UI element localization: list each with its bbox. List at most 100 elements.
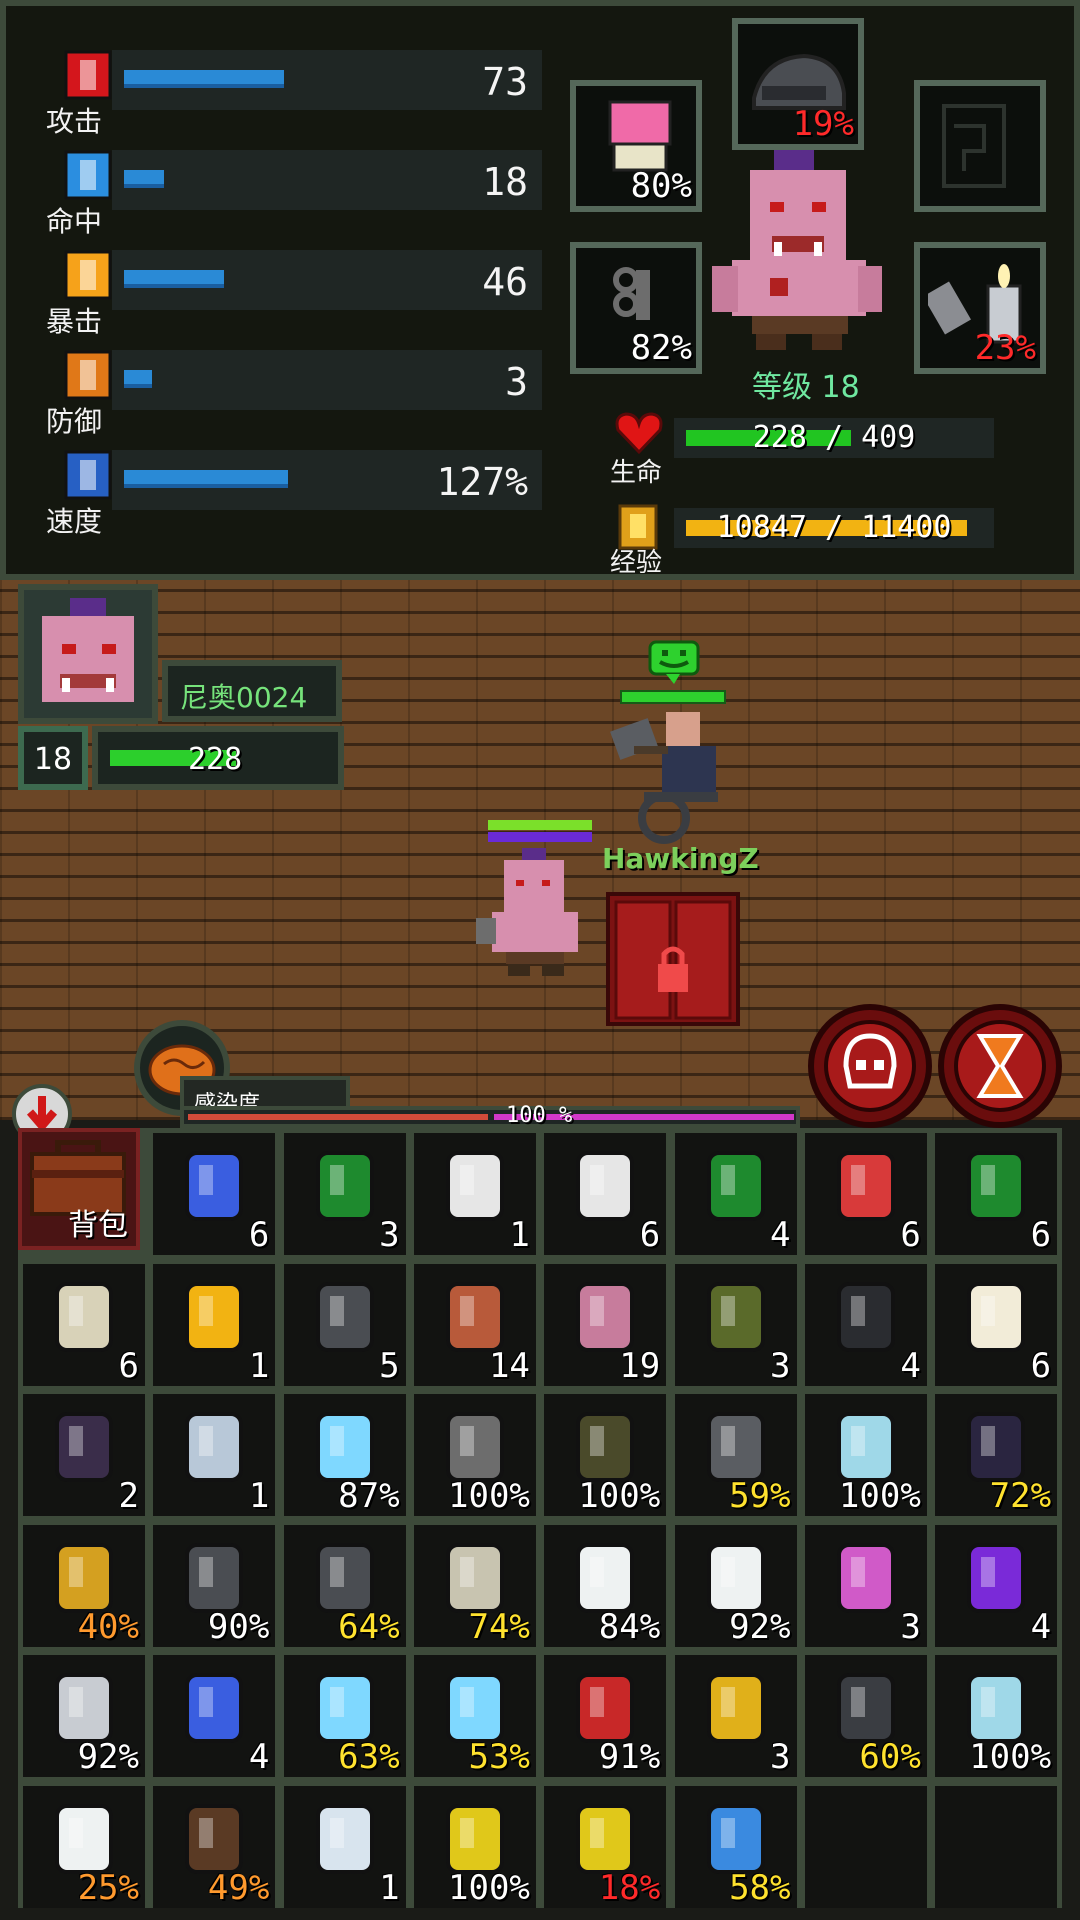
item-count: 90% [207, 1606, 270, 1647]
equip-slot-armor[interactable]: 80% [570, 80, 702, 212]
crit-icon [64, 250, 112, 300]
equip-slot-helmet[interactable]: 19% [732, 18, 864, 150]
item-count: 92% [729, 1606, 791, 1647]
inventory-slot[interactable]: 64% [283, 1524, 406, 1647]
item-count: 6 [1030, 1215, 1052, 1255]
helmet-durability: 19% [792, 104, 854, 144]
inventory-slot[interactable]: 74% [413, 1524, 536, 1647]
speed-icon [64, 450, 112, 500]
inventory-slot[interactable]: 49% [153, 1785, 276, 1908]
syringe-icon [185, 1151, 244, 1221]
grenade-icon [706, 1281, 765, 1352]
item-count: 3 [770, 1737, 791, 1777]
stat-name: 命中 [46, 205, 103, 238]
inventory-slot[interactable]: 59% [674, 1394, 797, 1516]
item-count: 25% [77, 1867, 139, 1908]
offhand-durability: 23% [974, 328, 1036, 368]
item-count: 6 [1030, 1345, 1052, 1386]
inventory-slot[interactable]: 14 [413, 1263, 536, 1386]
armor-durability: 80% [630, 166, 692, 206]
item-count: 53% [468, 1737, 530, 1777]
item-count: 100% [838, 1476, 921, 1516]
item-count: 1 [248, 1476, 270, 1516]
stat-row-accuracy: 18 命中 [36, 144, 546, 240]
npc-sprite[interactable] [604, 706, 734, 846]
inventory-slot[interactable]: 90% [153, 1524, 276, 1647]
inventory-slot-empty[interactable] [804, 1785, 927, 1908]
item-count: 72% [989, 1476, 1052, 1516]
inventory-slot[interactable]: 87% [283, 1394, 406, 1516]
wait-turn-button[interactable] [938, 1004, 1062, 1128]
inventory-slot[interactable]: 6 [804, 1133, 927, 1255]
green-bottle-blue-label-icon [967, 1151, 1026, 1221]
inventory-slot[interactable]: 6 [23, 1263, 145, 1386]
inventory-slot[interactable]: 4 [674, 1133, 797, 1255]
attack-mode-button[interactable] [808, 1004, 932, 1128]
equip-slot-offhand[interactable]: 23% [914, 242, 1046, 374]
stat-bar-fill [124, 70, 284, 88]
backpack-button[interactable]: 背包 [18, 1128, 140, 1250]
inventory-slot[interactable]: 6 [153, 1133, 276, 1255]
inventory-slot[interactable]: 2 [23, 1394, 145, 1516]
item-count: 1 [248, 1345, 270, 1386]
inventory-slot[interactable]: 100% [935, 1655, 1058, 1777]
inventory-slot[interactable]: 3 [674, 1655, 797, 1777]
infection-bar-red [188, 1114, 488, 1120]
inventory-slot[interactable]: 3 [674, 1263, 797, 1386]
player-world-hp-bar [488, 820, 592, 830]
inventory-slot[interactable]: 4 [153, 1655, 276, 1777]
inventory-slot[interactable]: 6 [935, 1133, 1058, 1255]
inventory-slot[interactable]: 1 [153, 1394, 276, 1516]
npc-name: HawkingZ [602, 842, 759, 875]
stat-value: 46 [482, 260, 528, 304]
inventory-slot[interactable]: 3 [804, 1524, 927, 1647]
inventory-slot[interactable]: 91% [544, 1655, 667, 1777]
character-level: 等级 18 [752, 370, 860, 405]
inventory-slot[interactable]: 63% [283, 1655, 406, 1777]
npc-hp-bar [620, 690, 726, 704]
inventory-slot[interactable]: 25% [23, 1785, 145, 1908]
inventory-slot[interactable]: 4 [804, 1263, 927, 1386]
medicine-bottle-icon [315, 1803, 374, 1874]
inventory-slot[interactable]: 5 [283, 1263, 406, 1386]
item-count: 1 [509, 1215, 530, 1255]
inventory-slot[interactable]: 3 [283, 1133, 406, 1255]
inventory-slot[interactable]: 40% [23, 1524, 145, 1647]
inventory-slot[interactable]: 84% [544, 1524, 667, 1647]
character-sprite [712, 150, 882, 350]
inventory-slot[interactable]: 92% [23, 1655, 145, 1777]
inventory-slot[interactable]: 100% [413, 1785, 536, 1908]
item-count: 74% [468, 1606, 530, 1647]
circuit-placeholder-icon [942, 104, 1006, 188]
rock-icon [315, 1281, 374, 1352]
inventory-slot[interactable]: 4 [935, 1524, 1058, 1647]
inventory-slot-empty[interactable] [935, 1785, 1058, 1908]
inventory-slot[interactable]: 1 [153, 1263, 276, 1386]
inventory-slot[interactable]: 100% [413, 1394, 536, 1516]
inventory-slot[interactable]: 6 [935, 1263, 1058, 1386]
stat-bar: 18 [112, 150, 542, 210]
inventory-slot[interactable]: 19 [544, 1263, 667, 1386]
inventory-slot[interactable]: 72% [935, 1394, 1058, 1516]
inventory-slot[interactable]: 92% [674, 1524, 797, 1647]
equip-slot-accessory[interactable] [914, 80, 1046, 212]
inventory-slot[interactable]: 1 [283, 1785, 406, 1908]
inventory-slot[interactable]: 53% [413, 1655, 536, 1777]
green-bottle-blue-label-icon [706, 1151, 765, 1221]
item-count: 100% [448, 1867, 530, 1908]
inventory-slot[interactable]: 100% [804, 1394, 927, 1516]
happy-emote-icon [648, 640, 700, 684]
inventory-slot[interactable]: 6 [544, 1133, 667, 1255]
inventory-slot[interactable]: 100% [544, 1394, 667, 1516]
yellow-bag-icon [185, 1281, 244, 1352]
equip-slot-weapon[interactable]: 82% [570, 242, 702, 374]
player-portrait[interactable] [18, 584, 158, 724]
inventory-slot[interactable]: 60% [804, 1655, 927, 1777]
item-count: 1 [379, 1867, 400, 1908]
item-count: 5 [379, 1345, 400, 1386]
inventory-slot[interactable]: 1 [413, 1133, 536, 1255]
locked-door[interactable] [606, 892, 740, 1026]
inventory-slot[interactable]: 18% [544, 1785, 667, 1908]
inventory-slot[interactable]: 58% [674, 1785, 797, 1908]
dumbbell-icon [836, 1281, 895, 1352]
